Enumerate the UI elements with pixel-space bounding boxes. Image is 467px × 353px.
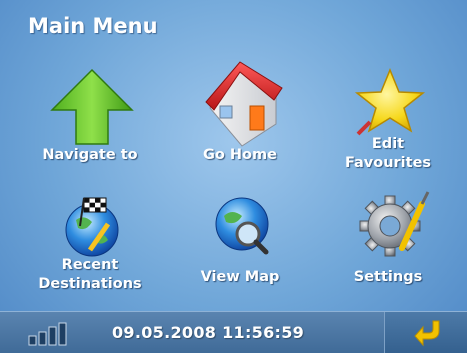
navigate-to-label: Navigate to xyxy=(42,147,138,163)
view-map-button[interactable]: View Map xyxy=(170,190,310,310)
status-bar: 09.05.2008 11:56:59 xyxy=(0,311,467,353)
green-up-arrow-icon xyxy=(50,68,134,145)
settings-label: Settings xyxy=(353,269,423,285)
edit-favourites-button[interactable]: Edit Favourites xyxy=(318,58,458,178)
view-map-label: View Map xyxy=(200,269,280,285)
gear-screwdriver-icon xyxy=(359,191,430,257)
page-title: Main Menu xyxy=(28,14,158,38)
globe-magnifier-icon xyxy=(215,197,269,255)
edit-favourites-label-line1: Edit xyxy=(371,136,405,152)
recent-destinations-button[interactable]: Recent Destinations xyxy=(20,190,160,310)
go-home-button[interactable]: Go Home xyxy=(170,58,310,178)
main-menu-screen: Main Menu Navigate to Go Home Edit Favou… xyxy=(0,0,467,353)
star-icon xyxy=(354,68,426,136)
datetime-display: 09.05.2008 11:56:59 xyxy=(112,323,305,342)
go-home-label: Go Home xyxy=(203,147,277,163)
house-icon xyxy=(205,61,283,147)
recent-destinations-label-line2: Destinations xyxy=(38,276,142,292)
recent-destinations-label-line1: Recent xyxy=(61,257,119,273)
edit-favourites-label-line2: Favourites xyxy=(344,155,432,171)
settings-button[interactable]: Settings xyxy=(318,190,458,310)
globe-checkered-flag-icon xyxy=(65,197,119,257)
navigate-to-button[interactable]: Navigate to xyxy=(20,58,160,178)
signal-strength-icon xyxy=(28,322,67,346)
back-arrow-icon xyxy=(414,320,440,347)
back-button[interactable] xyxy=(384,312,467,353)
